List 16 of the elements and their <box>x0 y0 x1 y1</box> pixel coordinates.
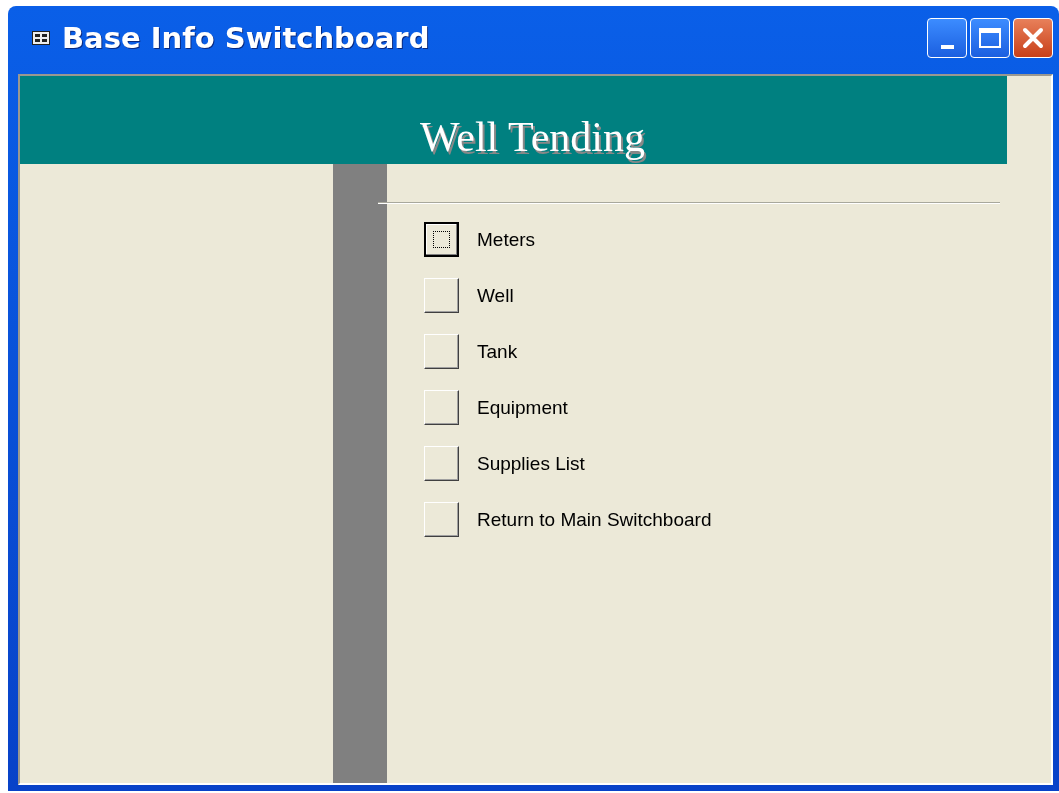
window-title: Base Info Switchboard <box>62 21 431 55</box>
maximize-button[interactable] <box>970 18 1010 58</box>
option-label: Meters <box>477 228 536 251</box>
option-label: Supplies List <box>477 452 585 475</box>
minimize-button[interactable] <box>927 18 967 58</box>
form-heading: Well Tending <box>420 114 646 161</box>
minimize-icon <box>940 45 954 49</box>
option-button[interactable] <box>424 222 459 258</box>
option-label: Equipment <box>477 396 568 419</box>
maximize-icon <box>979 28 1001 48</box>
form-icon <box>32 31 50 45</box>
option-label: Well <box>477 284 514 307</box>
close-button[interactable] <box>1013 18 1053 58</box>
option-label: Tank <box>477 340 518 363</box>
close-icon <box>1021 26 1045 50</box>
option-label: Return to Main Switchboard <box>477 508 712 531</box>
